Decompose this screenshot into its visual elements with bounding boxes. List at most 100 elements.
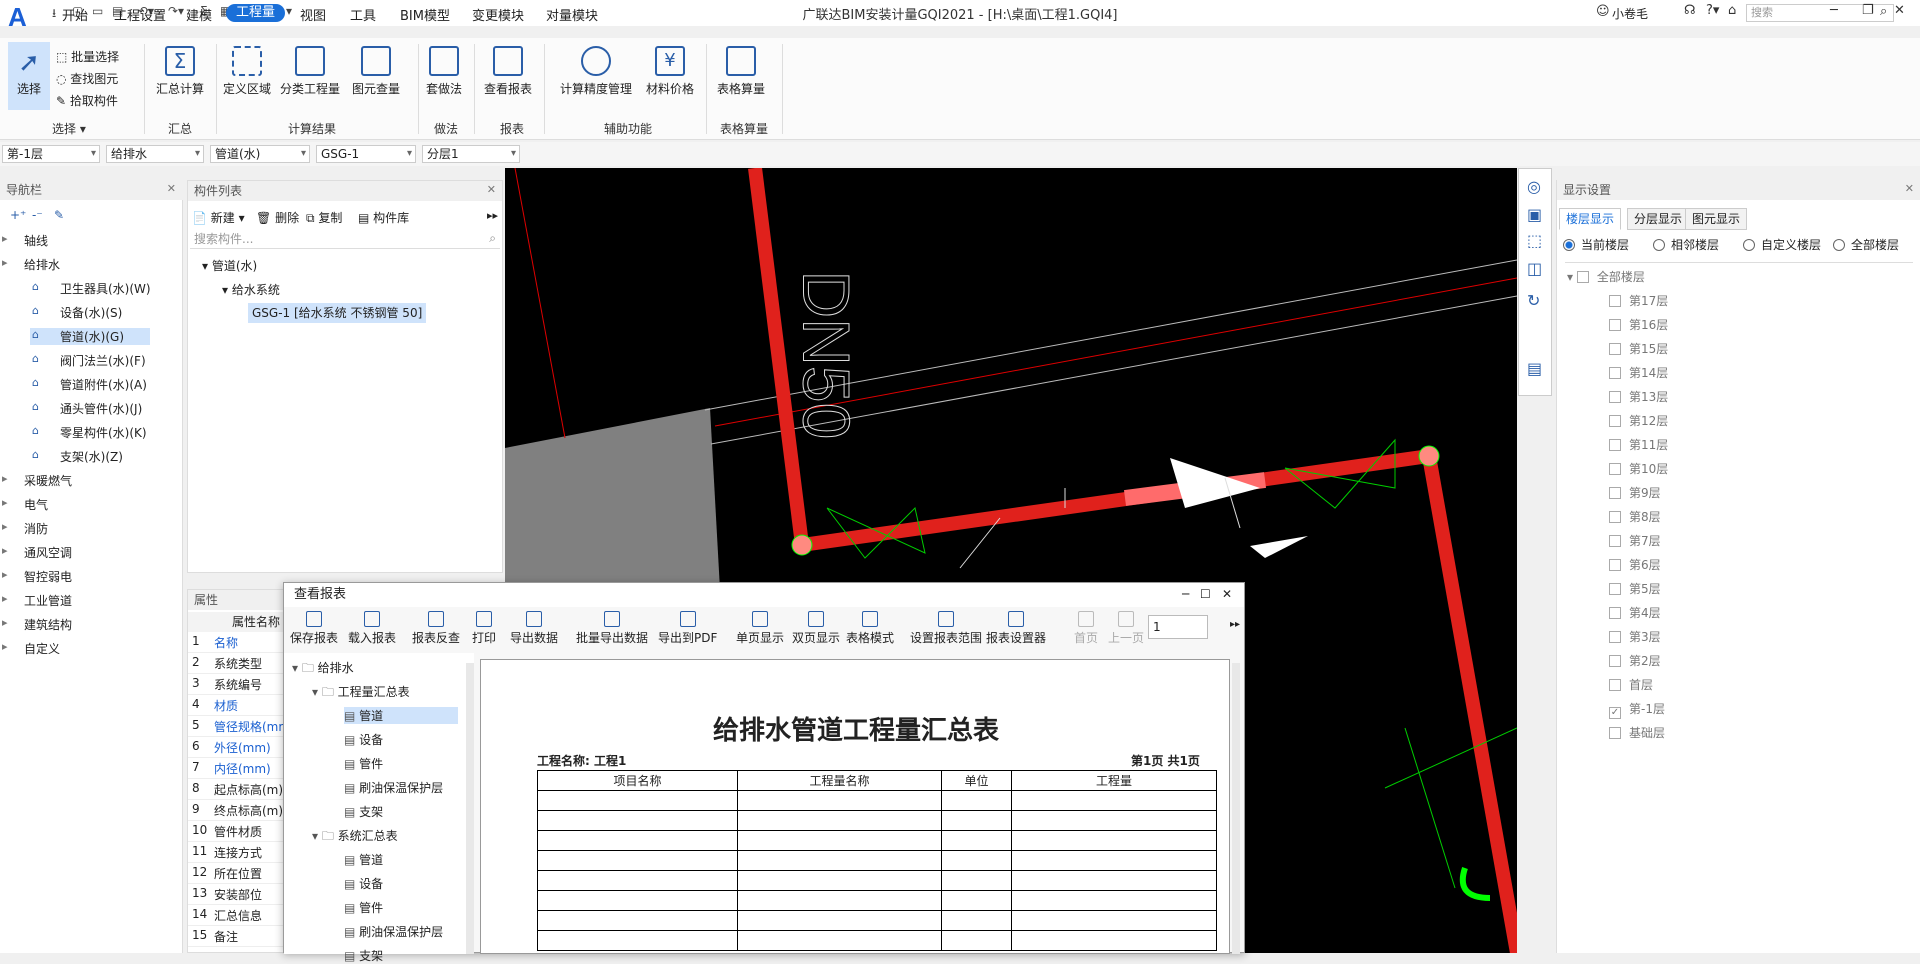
table-mode-button[interactable]: 表格模式 (846, 611, 894, 646)
view-report-button[interactable]: 查看报表 (480, 46, 536, 97)
selected-component[interactable]: GSG-1 [给水系统 不锈钢管 50] (248, 303, 427, 323)
floor-checkbox[interactable]: 第5层 (1609, 580, 1661, 597)
restore-icon[interactable]: ❐ (1862, 3, 1874, 18)
close-icon[interactable]: ✕ (1222, 587, 1232, 601)
report-tree-item[interactable]: ▤ 管件 (344, 755, 383, 772)
property-name[interactable]: 材质 (214, 697, 238, 714)
load-report-button[interactable]: 载入报表 (348, 611, 396, 646)
precision-manage-button[interactable]: 计算精度管理 (556, 46, 636, 97)
nav-item[interactable]: 阀门法兰(水)(F) (30, 352, 150, 369)
property-name[interactable]: 系统类型 (214, 655, 262, 672)
property-name[interactable]: 外径(mm) (214, 739, 271, 756)
3d-icon[interactable]: ▣ (1527, 205, 1542, 224)
report-tree-item[interactable]: ▤ 刷油保温保护层 (344, 923, 443, 940)
property-name[interactable]: 连接方式 (214, 844, 262, 861)
nav-item[interactable]: 消防 (10, 520, 48, 537)
component-type-select[interactable]: 管道(水) (210, 145, 310, 163)
double-page-button[interactable]: 双页显示 (792, 611, 840, 646)
floor-checkbox[interactable]: 第2层 (1609, 652, 1661, 669)
component-library-button[interactable]: ▤ 构件库 (358, 209, 409, 226)
delete-button[interactable]: 🗑 删除 (256, 209, 299, 226)
batch-export-button[interactable]: 批量导出数据 (576, 611, 648, 646)
floor-checkbox[interactable]: 第10层 (1609, 460, 1668, 477)
report-reverse-button[interactable]: 报表反查 (412, 611, 460, 646)
first-page-button[interactable]: 首页 (1074, 611, 1098, 646)
all-floors-checkbox[interactable]: ▾ 全部楼层 (1567, 268, 1645, 285)
export-pdf-button[interactable]: 导出到PDF (658, 611, 717, 646)
report-designer-button[interactable]: 报表设置器 (986, 611, 1046, 646)
tree-node[interactable]: ▾ 给水系统 (222, 281, 280, 298)
minimize-icon[interactable]: ─ (1182, 587, 1189, 601)
floor-checkbox[interactable]: 第16层 (1609, 316, 1668, 333)
print-button[interactable]: 打印 (472, 611, 496, 646)
rotate-icon[interactable]: ↻ (1527, 291, 1540, 310)
nav-item[interactable]: 工业管道 (10, 592, 72, 609)
nav-item[interactable]: 零星构件(水)(K) (30, 424, 150, 441)
tab-layer-display[interactable]: 分层显示 (1627, 208, 1690, 230)
cube-icon[interactable]: ◫ (1527, 259, 1542, 278)
report-tree-item[interactable]: ▾ 🗀 给排水 (292, 659, 354, 680)
sheet-scrollbar[interactable] (1232, 663, 1240, 954)
maximize-icon[interactable]: ☐ (1200, 587, 1211, 601)
component-search-input[interactable]: 搜索构件... (190, 229, 500, 249)
material-price-button[interactable]: ¥ 材料价格 (642, 46, 698, 97)
shirt-icon[interactable]: ⌂ (1728, 3, 1736, 18)
orbit-icon[interactable]: ◎ (1527, 177, 1541, 196)
property-name[interactable]: 内径(mm) (214, 760, 271, 777)
pipe-segment[interactable] (801, 449, 1430, 552)
report-tree-item[interactable]: ▤ 管道 (344, 707, 458, 724)
copy-button[interactable]: ⧉ 复制 (306, 209, 342, 226)
discipline-select[interactable]: 给排水 (106, 145, 204, 163)
radio-all-floors[interactable]: 全部楼层 (1833, 236, 1899, 253)
nav-item[interactable]: 管道(水)(G) (30, 328, 150, 345)
nav-item[interactable]: 通头管件(水)(J) (30, 400, 150, 417)
property-name[interactable]: 所在位置 (214, 865, 262, 882)
component-select[interactable]: GSG-1 (316, 145, 416, 163)
report-tree-item[interactable]: ▾ 🗀 系统汇总表 (312, 827, 398, 848)
view-settings-icon[interactable]: ▤ (1527, 359, 1542, 378)
property-name[interactable]: 系统编号 (214, 676, 262, 693)
floor-checkbox[interactable]: 第17层 (1609, 292, 1668, 309)
nav-item[interactable]: 轴线 (10, 232, 48, 249)
report-range-button[interactable]: 设置报表范围 (910, 611, 982, 646)
report-tree-item[interactable]: ▾ 🗀 工程量汇总表 (312, 683, 410, 704)
nav-item[interactable]: 采暖燃气 (10, 472, 72, 489)
floor-checkbox[interactable]: ✓ 第-1层 (1609, 700, 1665, 719)
property-name[interactable]: 起点标高(m) (214, 781, 283, 798)
save-report-button[interactable]: 保存报表 (290, 611, 338, 646)
pick-component-button[interactable]: ✎ 拾取构件 (56, 92, 118, 109)
nav-item[interactable]: 管道附件(水)(A) (30, 376, 150, 393)
report-tree-item[interactable]: ▤ 支架 (344, 803, 383, 820)
floor-checkbox[interactable]: 首层 (1609, 676, 1653, 693)
find-element-button[interactable]: ◌ 查找图元 (56, 70, 118, 87)
classify-quantity-button[interactable]: 分类工程量 (278, 46, 342, 97)
nav-item[interactable]: 自定义 (10, 640, 60, 657)
radio-custom-floor[interactable]: 自定义楼层 (1743, 236, 1821, 253)
expand-all-icon[interactable]: +⁺ (10, 208, 26, 222)
close-icon[interactable]: ✕ (1905, 182, 1914, 195)
more-icon[interactable]: ▸▸ (1230, 619, 1240, 630)
tree-scrollbar[interactable] (466, 663, 474, 954)
report-tree-item[interactable]: ▤ 设备 (344, 731, 383, 748)
more-icon[interactable]: ▸▸ (487, 209, 498, 222)
property-name[interactable]: 安装部位 (214, 886, 262, 903)
report-tree-item[interactable]: ▤ 刷油保温保护层 (344, 779, 443, 796)
close-icon[interactable]: ✕ (487, 183, 496, 196)
previous-page-button[interactable]: 上一页 (1108, 611, 1144, 646)
table-calc-button[interactable]: 表格算量 (712, 46, 770, 97)
nav-item[interactable]: 通风空调 (10, 544, 72, 561)
edit-icon[interactable]: ✎ (54, 208, 64, 222)
layer-select[interactable]: 分层1 (422, 145, 520, 163)
summary-calc-button[interactable]: Σ 汇总计算 (152, 46, 208, 97)
nav-item[interactable]: 设备(水)(S) (30, 304, 150, 321)
tab-element-display[interactable]: 图元显示 (1685, 208, 1748, 230)
report-tree-item[interactable]: ▤ 管道 (344, 851, 383, 868)
element-quantity-button[interactable]: 图元查量 (346, 46, 406, 97)
search-icon[interactable]: ⌕ (1880, 4, 1887, 19)
avatar-icon[interactable]: ☺ (1596, 4, 1610, 19)
bend-fitting[interactable] (1459, 867, 1491, 901)
report-tree-item[interactable]: ▤ 设备 (344, 875, 383, 892)
nav-item[interactable]: 建筑结构 (10, 616, 72, 633)
batch-select-button[interactable]: ⬚ 批量选择 (56, 48, 119, 65)
property-name[interactable]: 管件材质 (214, 823, 262, 840)
